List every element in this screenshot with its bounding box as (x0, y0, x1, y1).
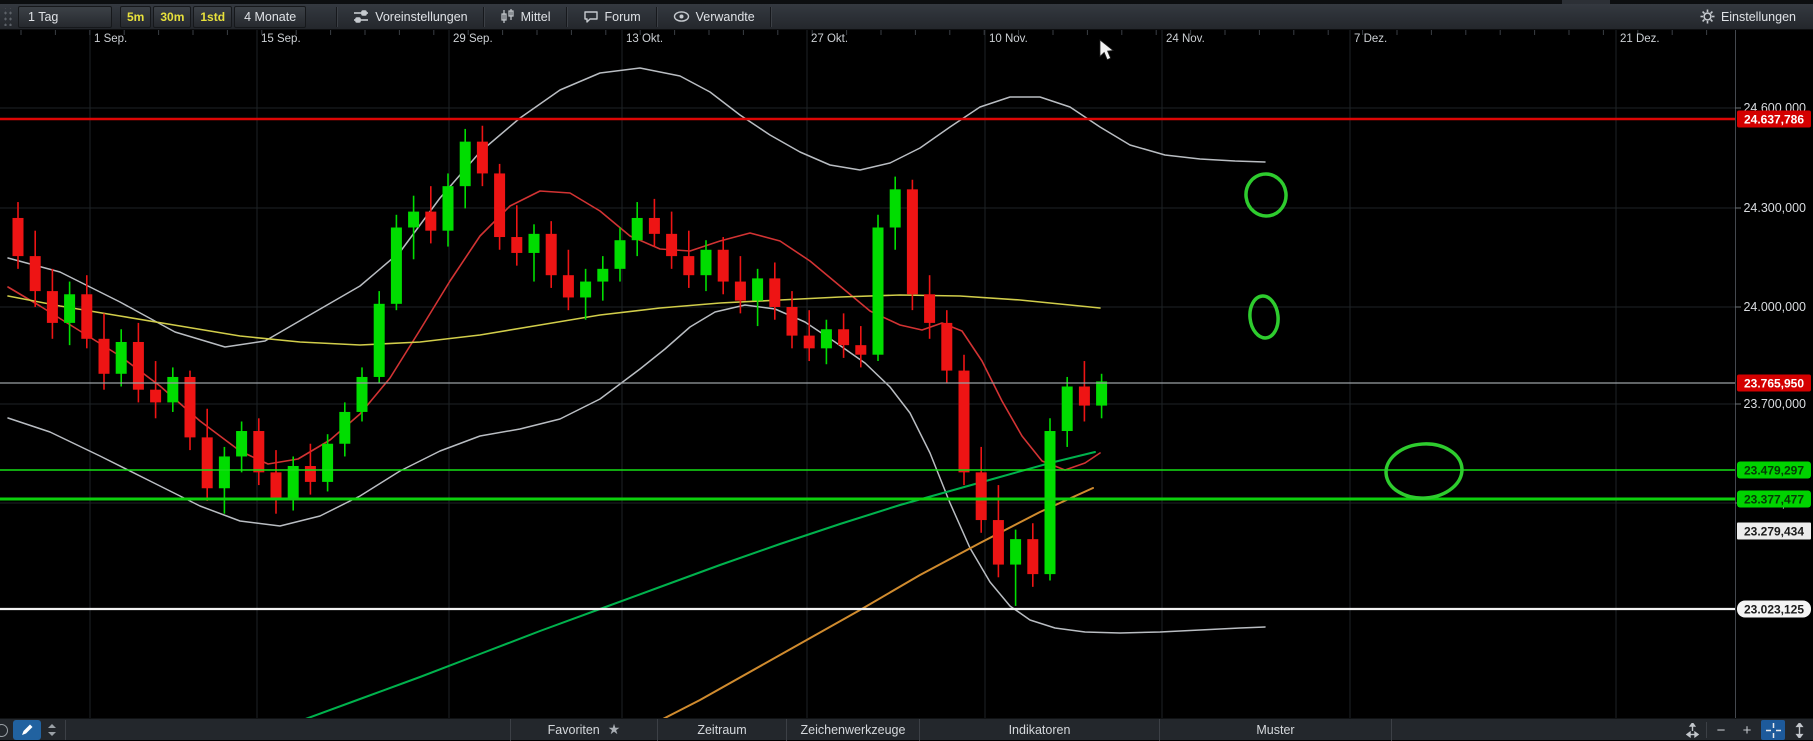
quick-5m-label: 5m (127, 10, 144, 24)
candles (13, 126, 1108, 606)
svg-text:21 Dez.: 21 Dez. (1620, 33, 1660, 45)
annotation-circle (1243, 171, 1288, 218)
patterns-label: Muster (1256, 723, 1294, 737)
toolbar-separator (483, 7, 485, 27)
settings-button[interactable]: Einstellungen (1691, 7, 1805, 27)
mean-button[interactable]: Mittel (491, 7, 560, 27)
drawing-tools-label: Zeichenwerkzeuge (801, 723, 906, 737)
svg-text:24.637,786: 24.637,786 (1744, 113, 1804, 127)
svg-text:27 Okt.: 27 Okt. (811, 33, 848, 45)
bollinger-lower (8, 305, 1265, 633)
svg-text:1 Sep.: 1 Sep. (94, 33, 127, 45)
gear-icon (1700, 9, 1715, 24)
favorites-label: Favoriten (548, 723, 600, 737)
bottom-separator (65, 720, 66, 740)
svg-text:23.765,950: 23.765,950 (1744, 377, 1804, 391)
timeframe-button[interactable]: 1 Tag (18, 6, 112, 28)
svg-text:23.377,477: 23.377,477 (1744, 493, 1804, 507)
patterns-button[interactable]: Muster (1160, 719, 1392, 741)
speech-bubble-icon (583, 10, 599, 24)
svg-text:29 Sep.: 29 Sep. (453, 33, 493, 45)
quick-30m-label: 30m (160, 10, 184, 24)
zoom-in-button[interactable]: + (1735, 720, 1759, 740)
timerange-button[interactable]: Zeitraum (658, 719, 787, 741)
mean-label: Mittel (521, 10, 551, 24)
svg-text:15 Sep.: 15 Sep. (261, 33, 301, 45)
svg-text:23.023,125: 23.023,125 (1744, 603, 1804, 617)
indicators-button[interactable]: Indikatoren (920, 719, 1160, 741)
svg-text:23.479,297: 23.479,297 (1744, 464, 1804, 478)
crosshair-button[interactable] (1761, 720, 1785, 740)
toolbar-separator (656, 7, 658, 27)
related-button[interactable]: Verwandte (664, 7, 764, 27)
annotation-circles (1243, 171, 1464, 500)
toolbar-separator (336, 7, 338, 27)
sort-arrows-icon[interactable] (43, 720, 61, 740)
presets-label: Voreinstellungen (375, 10, 467, 24)
circle-tool-icon[interactable] (0, 724, 8, 737)
sliders-icon (353, 10, 369, 24)
annotation-circle (1248, 295, 1280, 340)
related-label: Verwandte (696, 10, 755, 24)
quick-timeframe-30m-button[interactable]: 30m (153, 6, 191, 28)
cursor-arrow (1100, 40, 1113, 60)
svg-text:23.700,000: 23.700,000 (1743, 397, 1806, 411)
draw-pencil-button[interactable] (13, 720, 41, 740)
forum-label: Forum (605, 10, 641, 24)
svg-text:24.300,000: 24.300,000 (1743, 201, 1806, 215)
toolbar-separator (566, 7, 568, 27)
bottom-left-tools (0, 719, 66, 741)
svg-text:23.279,434: 23.279,434 (1744, 525, 1804, 539)
chart-toolbar: 1 Tag 5m 30m 1std 4 Monate Voreinstellun… (0, 4, 1813, 30)
presets-button[interactable]: Voreinstellungen (344, 7, 476, 27)
toolbar-separator (770, 7, 772, 27)
timeframe-label: 1 Tag (28, 10, 58, 24)
auto-fit-icon[interactable] (1680, 720, 1704, 740)
forum-button[interactable]: Forum (574, 7, 650, 27)
zoom-out-label: − (1717, 722, 1726, 739)
price-badges: 24.637,786 23.765,950 23.479,297 23.377,477… (1737, 111, 1811, 618)
eye-icon (673, 10, 690, 23)
settings-label: Einstellungen (1721, 10, 1796, 24)
zoom-in-label: + (1743, 722, 1752, 739)
sma-green (240, 452, 1095, 718)
sma-orange (618, 488, 1093, 718)
svg-text:24.000,000: 24.000,000 (1743, 300, 1806, 314)
v-gridlines (21, 30, 1707, 718)
quick-timeframe-1std-button[interactable]: 1std (193, 6, 232, 28)
bottom-separator (1706, 722, 1707, 738)
bottom-right-tools: − + (1680, 719, 1811, 741)
indicator-lines (8, 68, 1265, 718)
favorites-button[interactable]: Favoriten ★ (510, 719, 658, 741)
zoom-out-button[interactable]: − (1709, 720, 1733, 740)
date-axis: 1 Sep. 15 Sep. 29 Sep. 13 Okt. 27 Okt. 10 Nov… (94, 33, 1660, 45)
svg-text:13 Okt.: 13 Okt. (626, 33, 663, 45)
star-icon: ★ (608, 722, 621, 738)
quick-1std-label: 1std (200, 10, 225, 24)
fit-vertical-icon[interactable] (1787, 720, 1811, 740)
svg-text:7 Dez.: 7 Dez. (1354, 33, 1387, 45)
sma-yellow (8, 295, 1100, 345)
range-button[interactable]: 4 Monate (234, 6, 306, 28)
bottom-toolbar: Favoriten ★ Zeitraum Zeichenwerkzeuge In… (0, 718, 1813, 740)
annotation-circle (1384, 441, 1464, 500)
candlestick-icon (500, 9, 515, 24)
range-label: 4 Monate (244, 10, 296, 24)
pencil-icon (21, 724, 33, 736)
drawing-tools-button[interactable]: Zeichenwerkzeuge (787, 719, 920, 741)
svg-text:10 Nov.: 10 Nov. (989, 33, 1028, 45)
horizontal-price-lines (0, 119, 1735, 609)
timerange-label: Zeitraum (697, 723, 746, 737)
quick-timeframe-5m-button[interactable]: 5m (120, 6, 151, 28)
chart-area[interactable]: 1 Sep. 15 Sep. 29 Sep. 13 Okt. 27 Okt. 10 Nov… (0, 30, 1813, 718)
drag-handle-icon[interactable] (2, 8, 14, 26)
price-chart[interactable]: 1 Sep. 15 Sep. 29 Sep. 13 Okt. 27 Okt. 10 Nov… (0, 30, 1813, 718)
indicators-label: Indikatoren (1009, 723, 1071, 737)
svg-text:24 Nov.: 24 Nov. (1166, 33, 1205, 45)
